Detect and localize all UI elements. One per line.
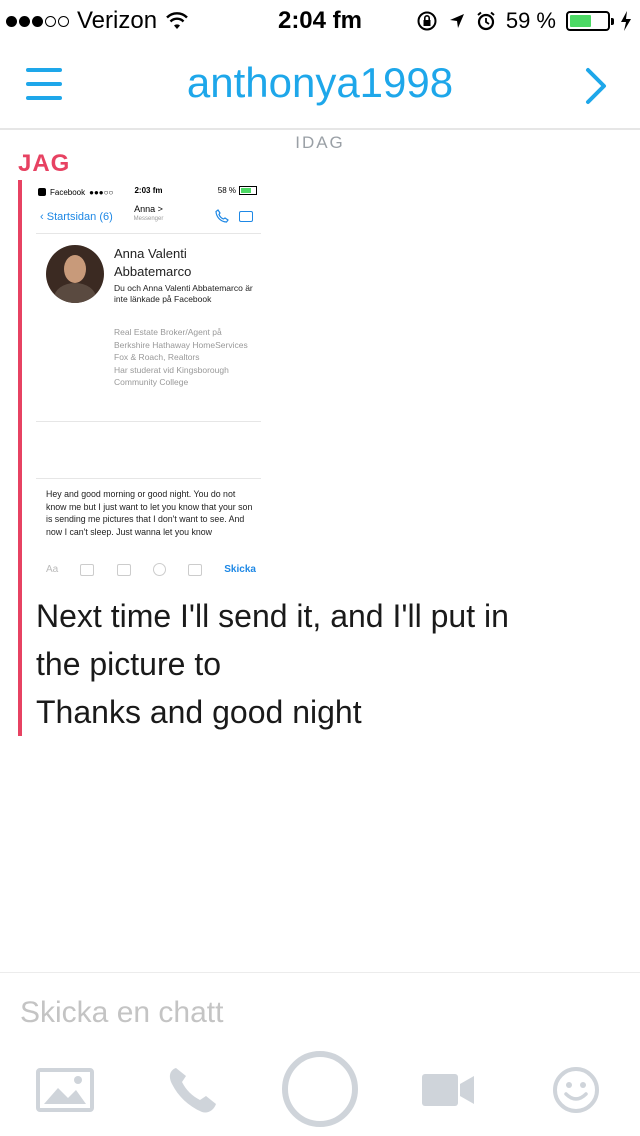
screenshot-battery-percent: 58 % xyxy=(217,186,236,195)
chevron-right-icon[interactable] xyxy=(582,66,610,106)
chat-input[interactable] xyxy=(20,990,620,1036)
screenshot-send-label: Skicka xyxy=(224,564,256,575)
more-icon xyxy=(188,563,203,576)
battery-icon xyxy=(566,11,614,31)
status-bar: Verizon 2:04 fm 59 % xyxy=(0,0,640,40)
image-icon[interactable] xyxy=(36,1068,94,1112)
message-line: Thanks and good night xyxy=(36,694,362,730)
screenshot-profile-details: Real Estate Broker/Agent på Berkshire Ha… xyxy=(114,326,259,389)
alarm-icon xyxy=(477,11,495,31)
video-call-icon[interactable] xyxy=(420,1072,476,1108)
shared-screenshot-image[interactable]: Facebook ●●●○○ 2:03 fm 58 % ‹ Startsidan… xyxy=(36,183,261,583)
screenshot-profile-note: Du och Anna Valenti Abbatemarco är inte … xyxy=(114,283,253,304)
message-line: Next time I'll send it, and I'll put in xyxy=(36,598,509,634)
screenshot-profile-school: Har studerat vid Kingsborough Community … xyxy=(114,364,229,388)
gallery-icon xyxy=(116,563,131,576)
sender-label: JAG xyxy=(18,150,71,177)
chat-header: anthonya1998 xyxy=(0,40,640,130)
screenshot-status-icons: 58 % xyxy=(218,186,257,195)
battery-percent: 59 % xyxy=(505,8,556,33)
message-line: the picture to xyxy=(36,646,221,682)
message-indicator-bar xyxy=(18,180,22,736)
location-icon xyxy=(449,14,464,28)
rotation-lock-icon xyxy=(417,11,437,31)
screenshot-profile-work: Real Estate Broker/Agent på Berkshire Ha… xyxy=(114,327,248,362)
profile-photo xyxy=(46,245,104,303)
screenshot-draft-message: Hey and good morning or good night. You … xyxy=(46,489,253,537)
camera-icon xyxy=(80,563,95,576)
video-icon xyxy=(239,211,253,222)
emoji-icon xyxy=(152,563,166,576)
composer-divider xyxy=(0,972,640,973)
screenshot-nav-bar: ‹ Startsidan (6) Anna > Messenger xyxy=(36,201,261,234)
screenshot-toolbar: Aa Skicka xyxy=(46,563,256,576)
screenshot-aa-label: Aa xyxy=(46,564,59,575)
status-icons: 59 % xyxy=(416,6,632,36)
battery-fill xyxy=(570,15,592,27)
chat-title[interactable]: anthonya1998 xyxy=(0,56,640,110)
phone-icon xyxy=(215,209,229,223)
phone-icon[interactable] xyxy=(166,1066,218,1114)
screenshot-profile-name: Anna Valenti Abbatemarco xyxy=(114,246,192,279)
charging-bolt-icon xyxy=(621,11,631,31)
chat-message: Next time I'll send it, and I'll put in t… xyxy=(36,592,616,736)
sticker-icon[interactable] xyxy=(552,1066,600,1114)
day-label: IDAG xyxy=(295,133,345,152)
capture-button[interactable] xyxy=(281,1050,359,1128)
screenshot-battery-icon xyxy=(239,186,257,195)
